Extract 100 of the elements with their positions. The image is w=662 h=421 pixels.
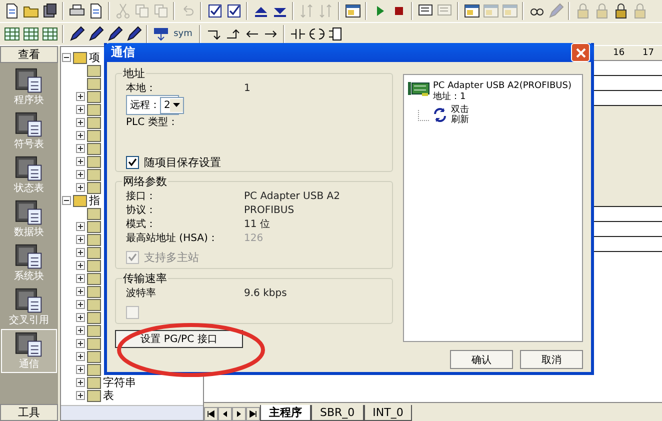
- tree-node-icon: [87, 272, 101, 284]
- field-label: 本地：: [126, 82, 157, 95]
- window-document-icon: [14, 331, 44, 359]
- checkbox-label: 随项目保存设置: [144, 154, 221, 170]
- expand-toggle[interactable]: [76, 300, 85, 309]
- tree-node-icon: [87, 324, 101, 336]
- ruler-label: 16: [613, 47, 625, 60]
- navbar-header[interactable]: 查看: [0, 46, 58, 63]
- expand-toggle[interactable]: [76, 144, 85, 153]
- navbar-footer[interactable]: 工具: [0, 404, 58, 421]
- expand-toggle[interactable]: [76, 92, 85, 101]
- field-label: 波特率: [126, 286, 157, 300]
- field-value: 9.6 kbps: [244, 288, 287, 298]
- window-document-icon: [14, 199, 44, 227]
- tree-item[interactable]: 表: [103, 388, 114, 403]
- horizontal-scrollbar[interactable]: [61, 405, 203, 420]
- tree-item[interactable]: 指: [89, 193, 100, 208]
- sheet-tab[interactable]: 主程序: [260, 405, 311, 421]
- tree-node-icon: [87, 116, 101, 128]
- expand-toggle[interactable]: [76, 118, 85, 127]
- folder-icon: [73, 52, 87, 64]
- tree-node-icon: [87, 208, 101, 220]
- expand-toggle[interactable]: [76, 222, 85, 231]
- tree-node-icon: [87, 130, 101, 142]
- field-label: PLC 类型：: [126, 116, 179, 129]
- tree-node-icon: [87, 142, 101, 154]
- tree-item[interactable]: 字符串: [103, 375, 136, 390]
- previous-page-button[interactable]: [218, 407, 232, 421]
- expand-toggle[interactable]: [76, 131, 85, 140]
- cancel-button[interactable]: 取消: [520, 350, 583, 369]
- setup-interface-button[interactable]: 设置 PG/PC 接口: [115, 330, 243, 348]
- pen-icon[interactable]: [124, 24, 143, 44]
- field-value: 126: [244, 232, 264, 244]
- dropdown-field[interactable]: 2: [160, 96, 184, 114]
- tree-node-icon: [87, 376, 101, 388]
- caret-icon: [173, 103, 180, 107]
- group-title: 网络参数: [122, 174, 168, 189]
- expand-toggle[interactable]: [76, 235, 85, 244]
- close-icon[interactable]: [571, 43, 590, 62]
- tree-node-icon: [87, 168, 101, 180]
- expand-toggle[interactable]: [76, 391, 85, 400]
- tree-node-icon: [87, 246, 101, 258]
- tree-node-icon: [87, 156, 101, 168]
- tree-node-icon: [87, 298, 101, 310]
- field-label: 远程：: [130, 99, 160, 112]
- field-label: 模式：: [126, 218, 157, 231]
- expand-toggle[interactable]: [76, 183, 85, 192]
- checkbox[interactable]: [126, 156, 139, 168]
- expand-toggle[interactable]: [76, 248, 85, 257]
- tree-node-icon: [87, 338, 101, 350]
- field-label: 接口：: [126, 190, 157, 203]
- expand-toggle[interactable]: [76, 339, 85, 348]
- window-document-icon: [14, 111, 44, 139]
- tree-node-icon: [87, 286, 101, 298]
- checkbox-label: 支持多主站: [144, 250, 199, 264]
- folder-icon: [73, 194, 87, 206]
- sheet-tab[interactable]: INT_0: [364, 405, 412, 421]
- tree-node-icon: [87, 78, 101, 90]
- ok-button[interactable]: 确认: [450, 350, 513, 369]
- pen-icon[interactable]: [86, 24, 105, 44]
- expand-toggle[interactable]: [76, 326, 85, 335]
- collapse-toggle[interactable]: [62, 53, 71, 62]
- dialog-title: 通信: [111, 44, 135, 61]
- symbol-button[interactable]: sym: [170, 24, 196, 44]
- device-name[interactable]: PC Adapter USB A2(PROFIBUS): [433, 81, 572, 92]
- expand-toggle[interactable]: [76, 313, 85, 322]
- expand-toggle[interactable]: [76, 287, 85, 296]
- right-triangle-icon: [235, 410, 243, 418]
- tree-node-icon: [87, 220, 101, 232]
- collapse-toggle[interactable]: [62, 196, 71, 205]
- expand-toggle[interactable]: [76, 274, 85, 283]
- expand-toggle[interactable]: [76, 261, 85, 270]
- tree-node-icon: [87, 312, 101, 324]
- field-value: 1: [244, 82, 250, 94]
- expand-toggle[interactable]: [76, 105, 85, 114]
- last-page-button[interactable]: [246, 407, 260, 421]
- tree-node-icon: [87, 364, 101, 376]
- tree-node-icon: [87, 234, 101, 246]
- refresh-label[interactable]: 双击 刷新: [451, 105, 469, 125]
- pen-icon[interactable]: [67, 24, 86, 44]
- next-page-button[interactable]: [232, 407, 246, 421]
- expand-toggle[interactable]: [76, 378, 85, 387]
- expand-toggle[interactable]: [76, 170, 85, 179]
- tree-item[interactable]: 项: [89, 50, 100, 65]
- pen-icon[interactable]: [105, 24, 124, 44]
- expand-toggle[interactable]: [76, 352, 85, 361]
- expand-toggle[interactable]: [76, 157, 85, 166]
- first-page-button[interactable]: [204, 407, 218, 421]
- tree-node-icon: [87, 260, 101, 272]
- window-document-icon: [14, 243, 44, 271]
- ruler-label: 17: [642, 47, 654, 60]
- refresh-icon[interactable]: [432, 107, 448, 123]
- sheet-tab[interactable]: SBR_0: [311, 405, 364, 421]
- tree-node-icon: [87, 64, 101, 76]
- field-label: 协议：: [126, 204, 157, 217]
- device-address: 地址：1: [433, 92, 467, 103]
- expand-toggle[interactable]: [76, 365, 85, 374]
- field-label: 最高站地址 (HSA)：: [126, 232, 219, 245]
- adapter-card-icon: [408, 81, 430, 97]
- field-value: PROFIBUS: [244, 204, 294, 216]
